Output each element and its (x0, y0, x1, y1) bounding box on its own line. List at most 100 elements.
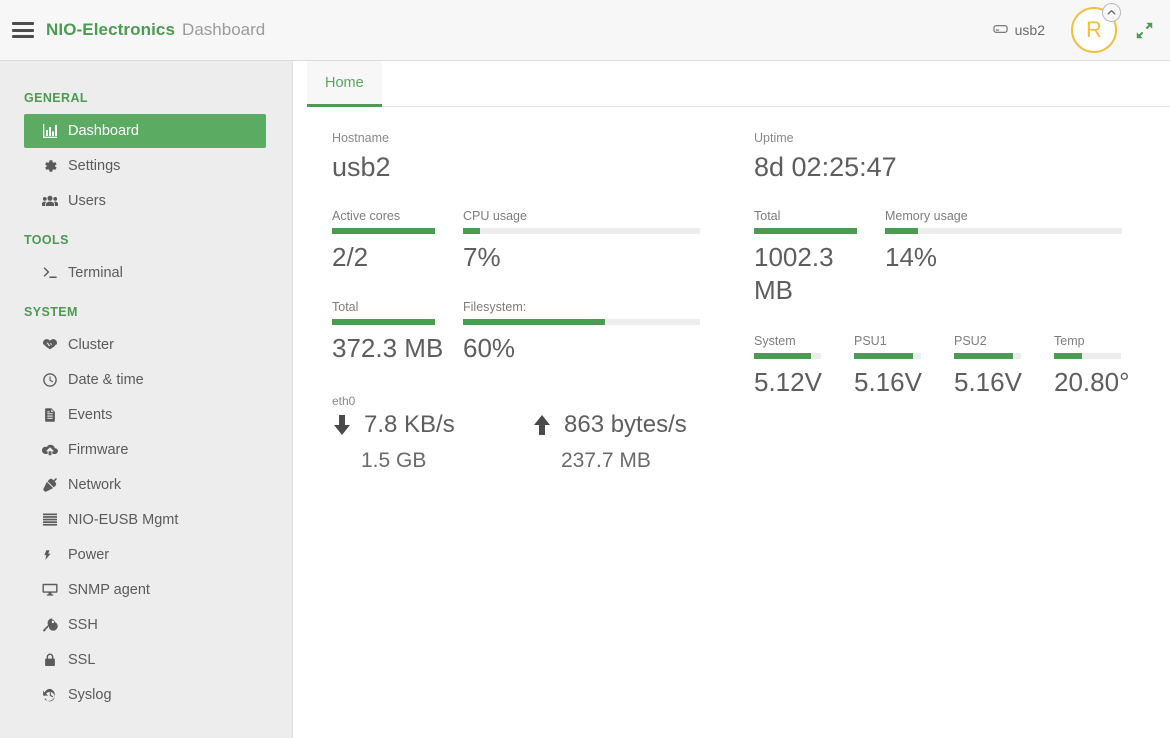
cpu-metrics-row: Active cores 2/2 CPU usage 7% (332, 209, 732, 274)
sidebar-item-label: Firmware (68, 442, 129, 458)
tab-home[interactable]: Home (307, 61, 382, 107)
metric-system: System 5.12V (754, 334, 854, 399)
network-download-total: 1.5 GB (361, 448, 427, 472)
metric-psu1: PSU1 5.16V (854, 334, 954, 399)
chart-bar-icon (42, 123, 68, 139)
metric-value: 14% (885, 242, 938, 272)
sidebar-item-nio-eusb-mgmt[interactable]: NIO-EUSB Mgmt (24, 503, 266, 537)
sidebar-item-dashboard[interactable]: Dashboard (24, 114, 266, 148)
metric-active-cores: Active cores 2/2 (332, 209, 463, 274)
metric-value: 20.80° (1054, 366, 1130, 397)
metric-progress-bar (885, 228, 1122, 234)
hdd-icon (993, 21, 1008, 39)
clock-icon (42, 372, 68, 388)
metric-progress-bar (332, 319, 435, 326)
sidebar-item-firmware[interactable]: Firmware (24, 433, 266, 467)
sidebar-item-power[interactable]: Power (24, 538, 266, 572)
sidebar-item-ssh[interactable]: SSH (24, 608, 266, 642)
sidebar-item-label: Network (68, 477, 122, 493)
sidebar-item-label: Syslog (68, 687, 112, 703)
metric-value: 5.16V (854, 366, 922, 397)
arrow-up-icon (532, 414, 552, 436)
network-upload-rate: 863 bytes/s (564, 410, 687, 438)
network-download-rate: 7.8 KB/s (364, 410, 455, 438)
sidebar-item-users[interactable]: Users (24, 184, 266, 218)
users-icon (42, 193, 68, 209)
brand-subtitle: Dashboard (182, 20, 266, 39)
hostname-label: Hostname (332, 131, 389, 145)
sidebar-item-ssl[interactable]: SSL (24, 643, 266, 677)
sidebar-section-title: TOOLS (24, 233, 69, 247)
metric-total: Total 1002.3 MB (754, 209, 885, 308)
metric-progress-bar (463, 319, 700, 326)
metric-label: System (754, 333, 796, 348)
metric-label: Memory usage (885, 209, 968, 223)
metric-progress-fill (463, 228, 480, 234)
sidebar-item-syslog[interactable]: Syslog (24, 678, 266, 712)
sidebar-section-title: SYSTEM (24, 305, 78, 319)
desktop-icon (42, 582, 68, 598)
sidebar-item-cluster[interactable]: Cluster (24, 328, 266, 362)
metric-label: Active cores (332, 209, 401, 223)
sidebar-item-label: Events (68, 407, 113, 423)
metric-label: Filesystem: (463, 300, 527, 315)
metric-value: 5.16V (954, 366, 1022, 397)
metric-progress-bar (954, 352, 1021, 359)
metric-progress-fill (885, 228, 919, 234)
metric-progress-fill (954, 352, 1013, 359)
sidebar-item-network[interactable]: Network (24, 468, 266, 502)
header-actions: usb2 R (979, 0, 1170, 60)
metric-progress-bar (332, 228, 435, 234)
expand-arrows-icon[interactable] (1129, 21, 1170, 40)
app-header: NIO-Electronics Dashboard usb2 R (0, 0, 1170, 61)
metric-progress-fill (754, 228, 857, 234)
sidebar-item-label: SNMP agent (68, 582, 150, 598)
metric-total: Total 372.3 MB (332, 300, 463, 365)
metric-temp: Temp 20.80° (1054, 334, 1154, 399)
tab-bar: Home (294, 61, 1170, 107)
brand-name: NIO-Electronics (46, 20, 176, 39)
hostname-block: Hostname usb2 (332, 131, 732, 183)
metric-value: 2/2 (332, 242, 369, 272)
metric-value: 7% (463, 242, 501, 272)
sidebar-item-label: NIO-EUSB Mgmt (68, 512, 179, 528)
network-download: 7.8 KB/s 1.5 GB (332, 411, 532, 473)
voltage-metrics-row: System 5.12V PSU1 5.16V PSU2 5.16V Temp 20.80° (754, 334, 1154, 399)
memory-metrics-row: Total 1002.3 MB Memory usage 14% (754, 209, 1154, 308)
plug-icon (42, 477, 68, 493)
sidebar-item-label: SSH (68, 617, 98, 633)
avatar[interactable]: R (1071, 3, 1121, 53)
metric-value: 1002.3 MB (754, 242, 834, 306)
sidebar-item-label: Date & time (68, 372, 144, 388)
dashboard: Hostname usb2 Active cores 2/2 CPU usage 7%… (294, 107, 1170, 472)
metric-progress-bar (1054, 352, 1121, 359)
metric-progress-bar (854, 352, 921, 359)
chevron-up-circle-icon[interactable] (1102, 3, 1121, 22)
sidebar-item-date-time[interactable]: Date & time (24, 363, 266, 397)
sidebar-item-settings[interactable]: Settings (24, 149, 266, 183)
sidebar-item-label: Settings (68, 158, 121, 174)
metric-label: PSU2 (954, 333, 987, 348)
sidebar-item-terminal[interactable]: Terminal (24, 256, 266, 290)
cloud-upload-icon (42, 442, 68, 458)
hostname-value: usb2 (332, 152, 391, 182)
storage-metrics-row: Total 372.3 MB Filesystem: 60% (332, 300, 732, 365)
sidebar-item-snmp-agent[interactable]: SNMP agent (24, 573, 266, 607)
sidebar-item-events[interactable]: Events (24, 398, 266, 432)
dashboard-right-column: Uptime 8d 02:25:47 Total 1002.3 MB Memory … (754, 131, 1154, 399)
history-icon (42, 687, 68, 703)
terminal-icon (42, 265, 68, 281)
metric-value: 60% (463, 333, 516, 364)
hamburger-icon[interactable] (12, 22, 34, 38)
network-block: eth0 7.8 KB/s 1.5 GB 863 bytes/s 237.7 M… (332, 394, 732, 473)
metric-progress-fill (854, 352, 913, 359)
header-device[interactable]: usb2 (979, 21, 1059, 39)
file-text-icon (42, 407, 68, 423)
tab-home-label: Home (325, 74, 364, 91)
bolt-icon (42, 547, 68, 563)
metric-progress-bar (754, 352, 821, 359)
metric-label: Temp (1054, 333, 1085, 348)
sidebar-item-label: Power (68, 547, 110, 563)
arrow-down-icon (332, 414, 352, 436)
server-icon (42, 512, 68, 528)
